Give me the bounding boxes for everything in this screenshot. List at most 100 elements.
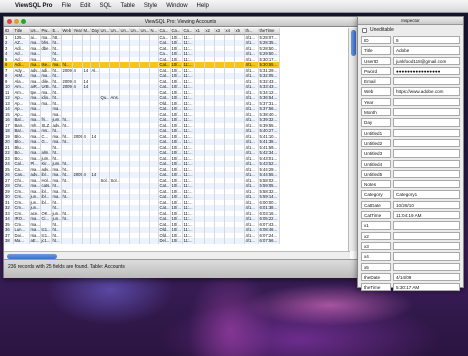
table-cell[interactable] <box>72 238 83 244</box>
table-cell[interactable]: 11:... <box>182 172 195 178</box>
table-cell[interactable]: 10/... <box>170 161 183 167</box>
table-cell[interactable]: 10/... <box>170 205 183 211</box>
field-value-input[interactable]: junkfood118@gmail.com <box>393 56 460 65</box>
table-cell[interactable]: 5:29:50... <box>258 51 280 57</box>
table-cell[interactable]: 6:01:38... <box>258 205 280 211</box>
table-cell[interactable]: Cat... <box>158 95 171 101</box>
table-cell[interactable]: 2009 <box>72 133 83 139</box>
field-value-input[interactable] <box>393 138 460 148</box>
table-cell[interactable]: 11:... <box>182 238 195 244</box>
table-cell[interactable]: Cat... <box>158 73 171 79</box>
vertical-scrollbar[interactable] <box>348 28 357 251</box>
menu-edit[interactable]: Edit <box>80 3 90 9</box>
table-cell[interactable]: 10/... <box>170 172 183 178</box>
table-cell[interactable]: 5:36:54... <box>258 95 280 101</box>
table-cell[interactable]: Cat... <box>158 139 171 145</box>
table-cell[interactable]: 10/... <box>170 227 183 233</box>
table-cell[interactable]: ma... <box>29 40 41 46</box>
table-cell[interactable] <box>61 238 73 244</box>
field-value-input[interactable]: 4/14/09 <box>393 272 460 282</box>
table-cell[interactable] <box>109 238 120 244</box>
table-cell[interactable]: 5:37:56... <box>258 106 280 112</box>
table-cell[interactable]: 10/... <box>170 51 183 57</box>
table-cell[interactable]: 11:... <box>182 51 195 57</box>
field-value-input[interactable] <box>393 241 460 251</box>
column-header[interactable]: Ca... <box>170 28 183 35</box>
table-cell[interactable]: 11:... <box>182 183 195 189</box>
table-cell[interactable] <box>204 238 215 244</box>
table-cell[interactable]: Old... <box>158 227 171 233</box>
table-cell[interactable]: ma... <box>29 183 41 189</box>
table-cell[interactable]: 10/... <box>170 128 183 134</box>
table-cell[interactable]: Cat... <box>158 172 171 178</box>
table-cell[interactable]: ma... <box>29 106 41 112</box>
column-header[interactable]: Us... <box>29 28 41 35</box>
close-window-button[interactable] <box>7 19 12 24</box>
table-cell[interactable]: jc1... <box>40 238 52 244</box>
field-value-input[interactable] <box>393 252 460 261</box>
table-cell[interactable]: Cat... <box>158 106 171 112</box>
table-row[interactable]: 38 Ma... aE... jc1... ht... Del... 10/... 11:..… <box>4 238 280 244</box>
table-cell[interactable]: 2009 <box>72 172 83 178</box>
table-cell[interactable] <box>224 238 235 244</box>
column-header[interactable]: M... <box>82 28 91 35</box>
column-header[interactable]: Un... <box>139 28 150 35</box>
table-cell[interactable]: adv... <box>29 172 41 178</box>
menu-sql[interactable]: SQL <box>99 3 111 9</box>
field-value-input[interactable]: 5:30:17 AM <box>393 283 460 292</box>
table-cell[interactable]: 11:... <box>182 73 195 79</box>
field-value-input[interactable]: https://www.adobe.com <box>393 87 460 96</box>
menu-style[interactable]: Style <box>144 3 157 9</box>
table-cell[interactable]: Sol... <box>109 177 120 183</box>
table-cell[interactable]: 11:... <box>182 139 195 145</box>
table-cell[interactable]: tc1... <box>40 227 52 233</box>
uneditable-option[interactable]: Uneditable <box>358 25 463 35</box>
table-cell[interactable]: 10/... <box>170 238 183 244</box>
table-cell[interactable]: 5:41:38... <box>258 139 280 145</box>
table-cell[interactable]: jun... <box>29 194 41 200</box>
table-cell[interactable]: 10/... <box>170 117 183 123</box>
table-cell[interactable]: Cat... <box>158 150 171 156</box>
table-cell[interactable]: ma... <box>29 150 41 156</box>
table-cell[interactable] <box>90 238 100 244</box>
table-cell[interactable]: Al... <box>90 67 100 73</box>
table-cell[interactable]: Qu... <box>99 95 110 101</box>
table-cell[interactable]: 5:59:14... <box>258 194 280 200</box>
table-cell[interactable]: Ma... <box>13 238 30 244</box>
table-cell[interactable]: ma... <box>29 128 41 134</box>
horizontal-scrollbar[interactable] <box>4 251 350 259</box>
table-cell[interactable] <box>129 238 140 244</box>
table-cell[interactable]: Sol... <box>99 177 110 183</box>
column-header[interactable]: Un... <box>109 28 120 35</box>
table-cell[interactable]: 5:39:32... <box>258 117 280 123</box>
field-value-input[interactable]: 11:04:19 AM <box>393 211 460 220</box>
table-cell[interactable]: 11:... <box>182 84 195 90</box>
column-header[interactable]: Ca... <box>182 28 195 35</box>
table-cell[interactable]: ma... <box>51 194 62 200</box>
field-value-input[interactable]: Category1 <box>393 190 460 199</box>
table-cell[interactable] <box>119 238 130 244</box>
table-cell[interactable]: 38 <box>4 238 14 244</box>
table-cell[interactable]: ma... <box>29 227 41 233</box>
window-titlebar[interactable]: ViewSQL Pro: Viewing Accounts <box>4 17 357 27</box>
table-cell[interactable]: Ans... <box>109 95 120 101</box>
table-cell[interactable]: UrB... <box>40 84 52 90</box>
menu-file[interactable]: File <box>61 3 71 9</box>
table-cell[interactable]: ma... <box>51 139 62 145</box>
table-cell[interactable]: 11:... <box>182 106 195 112</box>
table-cell[interactable]: Cat... <box>158 183 171 189</box>
table-cell[interactable]: 11:... <box>182 128 195 134</box>
table-cell[interactable]: 11:... <box>182 161 195 167</box>
field-value-input[interactable] <box>393 97 460 107</box>
table-cell[interactable]: aE... <box>29 238 41 244</box>
field-value-input[interactable] <box>393 77 460 86</box>
table-cell[interactable]: 5:42:34... <box>258 150 280 156</box>
minimize-window-button[interactable] <box>14 19 19 24</box>
table-cell[interactable]: 11:... <box>182 194 195 200</box>
field-value-input[interactable]: 10/28/10 <box>393 200 460 210</box>
table-cell[interactable]: bhs... <box>40 40 52 46</box>
table-cell[interactable]: jun... <box>29 205 41 211</box>
table-cell[interactable]: ma... <box>29 73 41 79</box>
table-cell[interactable]: ma... <box>29 51 41 57</box>
column-header[interactable]: N... <box>149 28 159 35</box>
